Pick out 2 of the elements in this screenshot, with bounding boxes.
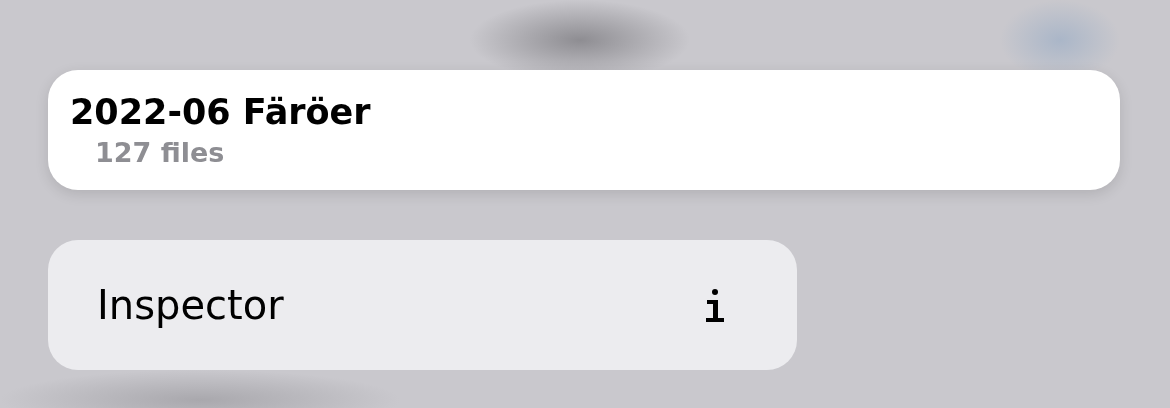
file-count: 127 files (95, 136, 225, 170)
folder-title: 2022-06 Färöer (70, 91, 371, 134)
